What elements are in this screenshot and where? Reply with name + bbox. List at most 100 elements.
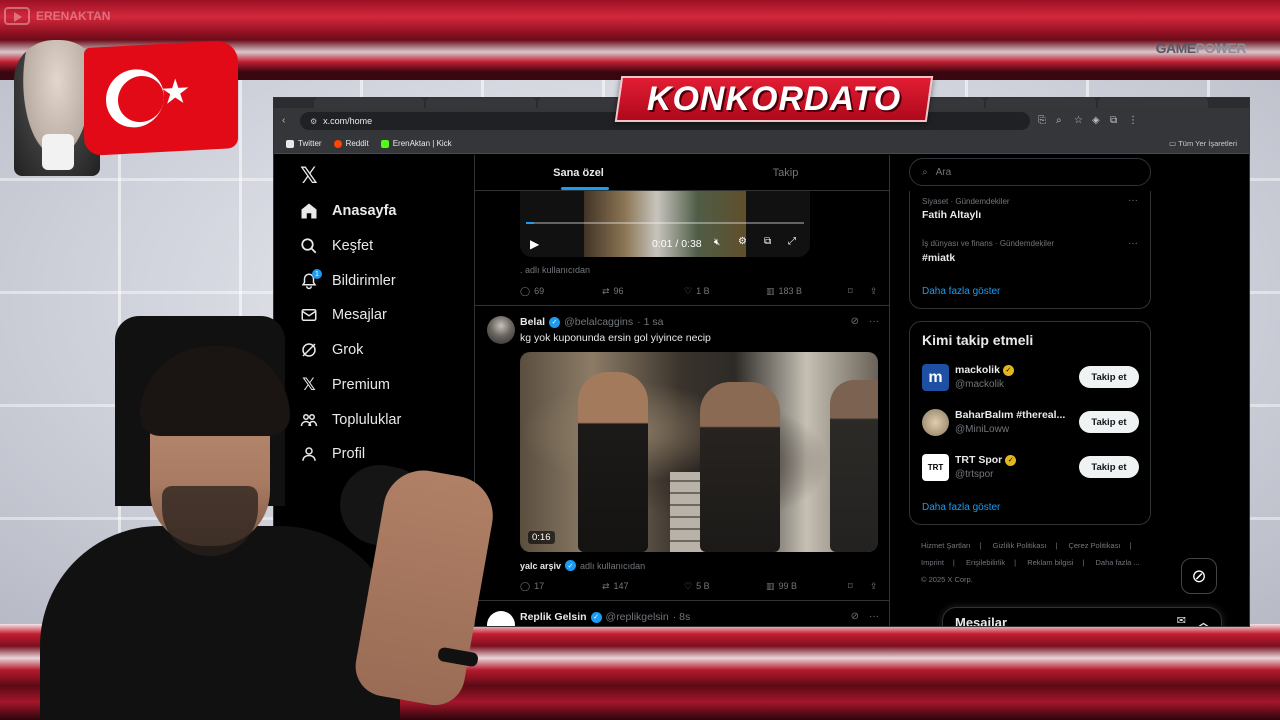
avatar[interactable] — [487, 611, 515, 626]
play-icon[interactable]: ▶ — [530, 237, 539, 251]
site-info-icon[interactable]: ⚙ — [310, 117, 317, 126]
menu-icon[interactable]: ⋮ — [1128, 116, 1138, 126]
grok-icon[interactable]: ⊘ — [851, 611, 859, 622]
account-name[interactable]: ren Aktan ✓ — [352, 599, 417, 612]
repost-button[interactable]: ⇄ 96 — [602, 286, 684, 297]
more-icon[interactable]: ··· — [869, 316, 879, 327]
nav-communities[interactable]: Topluluklar — [300, 407, 401, 433]
trend-category: Siyaset · Gündemdekiler — [922, 197, 1010, 206]
author-handle[interactable]: @replikgelsin — [606, 611, 669, 623]
author-handle[interactable]: @belalcaggins — [564, 316, 633, 328]
browser-tab[interactable] — [1098, 98, 1208, 108]
install-icon[interactable]: ⎘ — [1038, 116, 1048, 126]
browser-tab[interactable] — [986, 98, 1096, 108]
reply-icon: ◯ — [520, 285, 531, 296]
suggestion-name[interactable]: mackolik ✓ — [955, 364, 1014, 376]
video-player[interactable]: ▶ 0:01 / 0:38 🔇︎ ⚙ ⧉ ⤢ — [520, 191, 810, 257]
back-icon[interactable]: ‹ — [282, 116, 292, 126]
follow-button[interactable]: Takip et — [1079, 456, 1139, 478]
video-scene — [700, 382, 780, 552]
verified-icon: ✓ — [549, 316, 561, 328]
url-text: x.com/home — [323, 116, 373, 126]
nav-profile[interactable]: Profil — [300, 441, 365, 467]
x-logo-icon[interactable]: 𝕏 — [300, 163, 318, 189]
copyright: © 2025 X Corp. — [921, 575, 973, 584]
post-source: yalc arşiv ✓ adlı kullanıcıdan — [520, 560, 646, 571]
share-button[interactable]: ⇪ — [870, 581, 878, 592]
footer-link[interactable]: Erişilebilirlik — [966, 558, 1005, 567]
nav-notifications[interactable]: 1 Bildirimler — [300, 268, 396, 294]
browser-tab[interactable] — [426, 98, 536, 108]
nav-home[interactable]: Anasayfa — [300, 198, 396, 224]
bookmark-reddit[interactable]: Reddit — [333, 139, 369, 148]
nav-explore[interactable]: Keşfet — [300, 233, 373, 259]
more-icon[interactable]: ··· — [869, 611, 879, 622]
bookmark-button[interactable]: ⌑ — [848, 581, 870, 592]
footer-link[interactable]: Çerez Politikası — [1068, 541, 1120, 550]
like-button[interactable]: ♡ 1 B — [684, 286, 766, 297]
bookmark-star-icon[interactable]: ☆ — [1074, 116, 1084, 126]
video-scene — [578, 372, 648, 552]
show-more-link[interactable]: Daha fazla göster — [922, 286, 1000, 297]
follow-button[interactable]: Takip et — [1079, 366, 1139, 388]
extension-icon[interactable]: ◈ — [1092, 116, 1102, 126]
puzzle-icon[interactable]: ⧉ — [1110, 116, 1120, 126]
video-thumbnail[interactable]: 0:16 — [520, 352, 878, 552]
more-icon[interactable]: ··· — [1128, 195, 1138, 206]
suggestion-name[interactable]: BaharBalım #thereal... — [955, 409, 1065, 421]
author-name[interactable]: Belal — [520, 316, 545, 328]
account-handle: @ErenAktan — [360, 614, 417, 625]
grok-button[interactable]: ⊘ — [1181, 558, 1217, 594]
more-icon[interactable]: ··· — [1128, 238, 1138, 249]
nav-messages[interactable]: Mesajlar — [300, 302, 387, 328]
youtube-logo: ERENAKTAN — [4, 4, 144, 28]
footer-link[interactable]: Hizmet Şartları — [921, 541, 971, 550]
suggestion-name[interactable]: TRT Spor ✓ — [955, 454, 1017, 466]
show-more-link[interactable]: Daha fazla göster — [922, 502, 1000, 513]
all-bookmarks[interactable]: ▭ Tüm Yer İşaretleri — [1169, 139, 1237, 148]
bookmark-twitter[interactable]: Twitter — [286, 139, 322, 148]
tab-following[interactable]: Takip — [682, 155, 889, 190]
bookmark-kick[interactable]: ErenAktan | Kick — [380, 139, 452, 148]
footer-link[interactable]: Reklam bilgisi — [1027, 558, 1073, 567]
settings-icon[interactable]: ⚙ — [738, 236, 747, 247]
chart-icon: ▥ — [766, 285, 775, 296]
trend-item[interactable]: #miatk — [922, 252, 955, 264]
avatar[interactable]: m — [922, 364, 949, 391]
footer-link[interactable]: Daha fazla ... — [1096, 558, 1140, 567]
nav-grok[interactable]: Grok — [300, 337, 363, 363]
mute-icon[interactable]: 🔇︎ — [714, 237, 720, 248]
reply-button[interactable]: ◯ 69 — [520, 286, 602, 297]
footer-link[interactable]: Imprint — [921, 558, 944, 567]
views-button[interactable]: ▥ 183 B — [766, 286, 848, 297]
author-name[interactable]: Replik Gelsin — [520, 611, 587, 623]
pip-icon[interactable]: ⧉ — [764, 236, 771, 247]
avatar[interactable]: TRT — [922, 454, 949, 481]
share-button[interactable]: ⇪ — [870, 286, 878, 297]
compose-message-icon[interactable]: ✉ — [1177, 614, 1186, 626]
video-time: 0:01 / 0:38 — [652, 238, 702, 250]
footer-link[interactable]: Gizlilik Politikası — [993, 541, 1047, 550]
messages-drawer[interactable]: Mesajlar ✉ ︿ — [942, 607, 1222, 626]
grok-icon[interactable]: ⊘ — [851, 316, 859, 327]
search-input[interactable]: ⌕ Ara — [909, 158, 1151, 186]
video-progress-bar[interactable] — [526, 222, 804, 224]
chevron-up-icon[interactable]: ︿ — [1198, 614, 1209, 626]
trend-item[interactable]: Fatih Altaylı — [922, 209, 981, 221]
views-button[interactable]: ▥ 99 B — [766, 581, 848, 592]
zoom-icon[interactable]: ⌕ — [1056, 116, 1066, 126]
avatar[interactable] — [922, 409, 949, 436]
repost-button[interactable]: ⇄ 147 — [602, 581, 684, 592]
mail-icon — [300, 306, 318, 324]
like-button[interactable]: ♡ 5 B — [684, 581, 766, 592]
bookmark-button[interactable]: ⌑ — [848, 286, 870, 297]
reply-button[interactable]: ◯ 17 — [520, 581, 602, 592]
nav-premium[interactable]: 𝕏 Premium — [300, 372, 390, 398]
follow-button[interactable]: Takip et — [1079, 411, 1139, 433]
avatar[interactable] — [487, 316, 515, 344]
divider — [475, 305, 889, 306]
tab-for-you[interactable]: Sana özel — [475, 155, 682, 190]
browser-window: ‹ ⚙ x.com/home ⎘ ⌕ ☆ ◈ ⧉ ⋮ Twitter Reddi… — [273, 97, 1250, 627]
browser-tab[interactable] — [314, 98, 424, 108]
fullscreen-icon[interactable]: ⤢ — [788, 236, 796, 247]
